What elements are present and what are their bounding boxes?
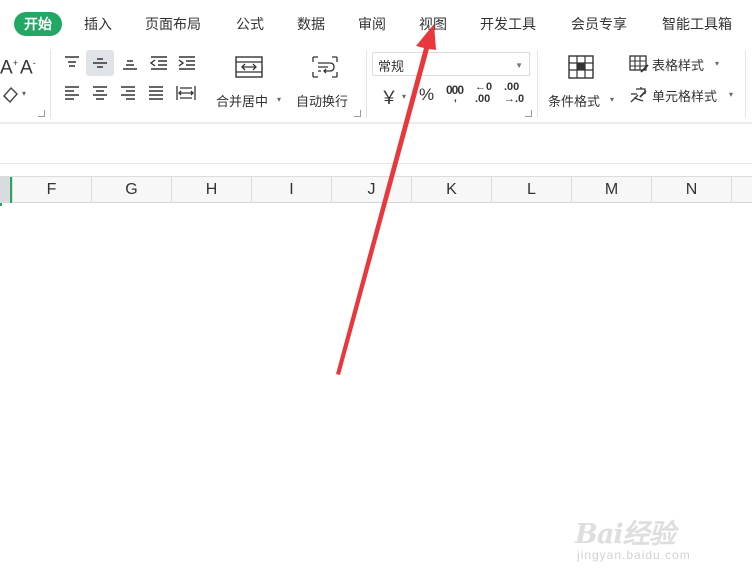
number-group-launcher[interactable] [525,110,532,117]
merge-cells-icon [235,56,263,78]
chevron-down-icon: ▾ [715,59,720,68]
align-top-button[interactable] [60,52,84,74]
currency-icon: ￥ [380,88,398,108]
watermark-url: jingyan.baidu.com [577,548,691,562]
table-style-icon [629,55,649,73]
column-header[interactable]: F [12,177,92,203]
tab-smart-toolbox[interactable]: 智能工具箱 [662,12,732,36]
chevron-down-icon: ▾ [729,90,734,99]
conditional-format-icon [568,55,594,79]
number-format-value: 常规 [378,59,405,74]
increase-decimal-button[interactable]: ←0 .00 [474,80,500,110]
column-header[interactable]: H [172,177,252,203]
selected-column-edge [0,177,12,203]
tab-member[interactable]: 会员专享 [571,12,627,36]
tab-formulas[interactable]: 公式 [236,12,264,36]
decrease-indent-button[interactable] [146,52,170,74]
align-bottom-icon [123,60,137,70]
percent-format-button[interactable]: % [418,82,440,108]
font-size-decrease-button[interactable]: A- [20,52,42,78]
chevron-down-icon: ▾ [22,89,27,98]
wrap-text-label: 自动换行 [296,94,349,109]
column-header[interactable]: M [572,177,652,203]
watermark: Bai经验 jingyan.baidu.com [575,512,745,574]
align-left-button[interactable] [60,82,84,104]
cell-style-icon [630,87,647,103]
chevron-down-icon: ▾ [610,95,615,104]
cell-style-button[interactable]: 单元格样式 ▾ [626,83,742,107]
column-header[interactable]: N [652,177,732,203]
justify-button[interactable] [144,82,168,104]
tab-home[interactable]: 开始 [14,12,62,36]
merge-center-button[interactable]: 合并居中 ▾ [214,50,286,114]
increase-indent-icon [178,56,195,70]
align-bottom-button[interactable] [118,52,142,74]
cell-style-label: 单元格样式 [652,89,718,104]
menu-tab-bar: 开始 插入 页面布局 公式 数据 审阅 视图 开发工具 会员专享 智能工具箱 [0,0,752,46]
separator [745,50,746,118]
separator [50,50,51,118]
separator [366,50,367,118]
ribbon-toolbar: A+ A- ▾ 合并居中 ▾ 自动换行 常规 ▼ ￥ ▾ % 000 , ←0 … [0,46,752,122]
decrease-decimal-icon: .00 →.0 [504,81,525,105]
tab-page-layout[interactable]: 页面布局 [145,12,201,36]
eraser-icon [3,86,18,104]
column-header-row: F G H I J K L M N [0,176,752,203]
align-left-icon [65,86,79,100]
column-header[interactable]: G [92,177,172,203]
wrap-text-icon [312,56,338,78]
align-right-icon [121,86,135,100]
conditional-format-button[interactable]: 条件格式 ▾ [545,50,619,114]
tab-view[interactable]: 视图 [419,12,447,36]
align-center-button[interactable] [88,82,112,104]
tab-developer[interactable]: 开发工具 [480,12,536,36]
number-format-select[interactable]: 常规 ▼ [372,52,530,76]
distributed-align-icon [176,86,196,100]
wrap-text-button[interactable]: 自动换行 [294,50,356,114]
selection-marker [0,203,2,206]
comma-mark: , [454,93,457,104]
align-top-icon [65,56,79,67]
decrease-decimal-button[interactable]: .00 →.0 [503,80,529,110]
tab-review[interactable]: 审阅 [358,12,386,36]
table-style-button[interactable]: 表格样式 ▾ [626,52,726,76]
increase-decimal-icon: ←0 .00 [475,81,493,105]
currency-format-button[interactable]: ￥ ▾ [378,82,408,108]
merge-center-label: 合并居中 [216,94,269,109]
column-header[interactable]: L [492,177,572,203]
conditional-format-label: 条件格式 [548,94,601,109]
alignment-group-launcher[interactable] [354,110,361,117]
chevron-down-icon: ▾ [402,92,407,101]
thousands-separator-button[interactable]: 000 , [444,82,470,108]
font-increase-glyph: A [0,57,13,79]
column-header[interactable]: J [332,177,412,203]
font-decrease-glyph: A [20,57,33,79]
chevron-down-icon: ▾ [277,95,282,104]
tab-insert[interactable]: 插入 [84,12,112,36]
chevron-down-icon: ▼ [515,61,523,70]
align-middle-button[interactable] [86,50,114,76]
increase-indent-button[interactable] [174,52,198,74]
column-header[interactable]: K [412,177,492,203]
column-header[interactable]: I [252,177,332,203]
font-group-launcher[interactable] [38,110,45,117]
formula-bar[interactable] [0,124,752,164]
align-right-button[interactable] [116,82,140,104]
tab-data[interactable]: 数据 [297,12,325,36]
clear-format-button[interactable]: ▾ [0,82,30,106]
percent-icon: % [419,85,435,104]
font-size-increase-button[interactable]: A+ [0,52,18,78]
justify-icon [149,86,163,100]
align-center-icon [93,86,107,100]
align-middle-icon [93,58,107,68]
table-style-label: 表格样式 [652,58,705,73]
watermark-brand: Bai经验 [575,519,676,550]
decrease-indent-icon [149,56,167,70]
distributed-align-button[interactable] [172,82,200,104]
separator [537,50,538,118]
